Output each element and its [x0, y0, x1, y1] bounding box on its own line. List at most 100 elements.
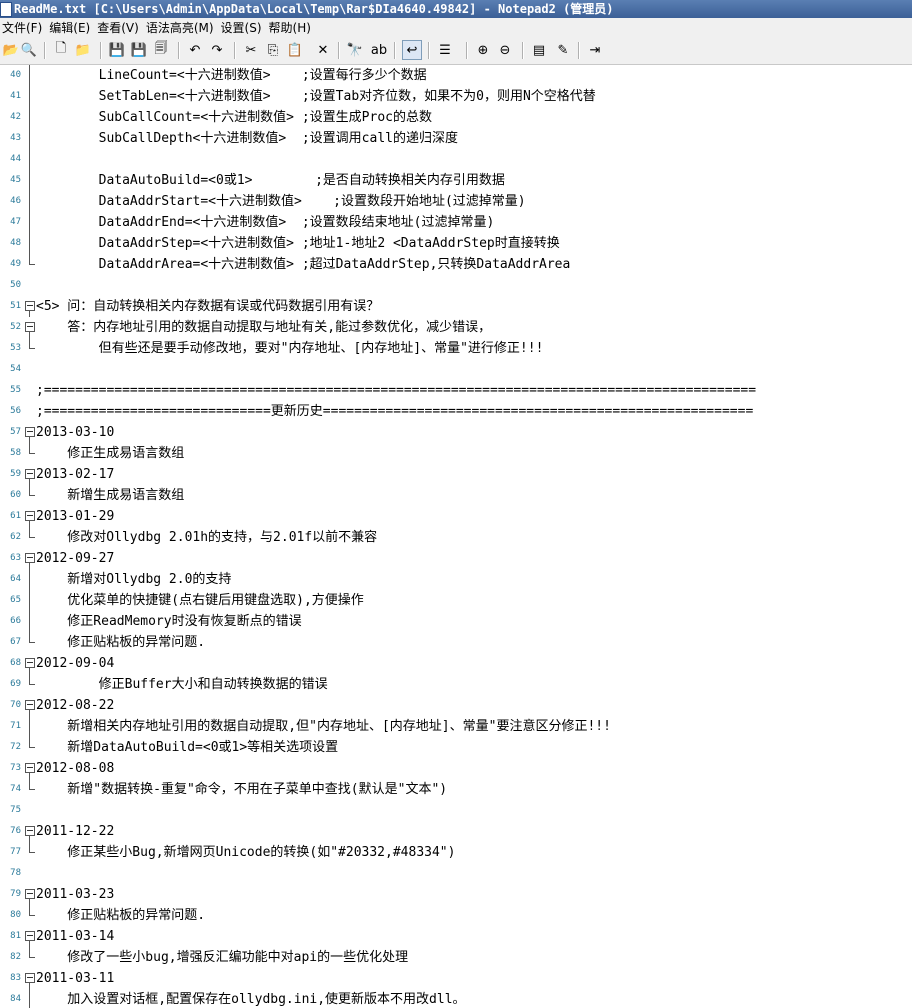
- line-number: 63: [10, 553, 21, 563]
- menu-file[interactable]: 文件(F): [0, 18, 47, 38]
- save-icon[interactable]: 💾: [108, 41, 126, 59]
- editor-line[interactable]: 48 DataAddrStep=<十六进制数值> ;地址1-地址2 <DataA…: [0, 233, 912, 254]
- open-file-icon[interactable]: 📁: [74, 41, 92, 59]
- customize-icon[interactable]: ✎: [554, 41, 572, 59]
- editor-line[interactable]: 81 2011-03-14: [0, 926, 912, 947]
- line-number: 67: [10, 637, 21, 647]
- menu-view[interactable]: 查看(V): [95, 18, 144, 38]
- editor-line[interactable]: 77 修正某些小Bug,新增网页Unicode的转换(如"#20332,#483…: [0, 842, 912, 863]
- editor-line[interactable]: 84 加入设置对话框,配置保存在ollydbg.ini,使更新版本不用改dll。: [0, 989, 912, 1008]
- toolbar-separator: [338, 42, 340, 59]
- editor-line[interactable]: 42 SubCallCount=<十六进制数值> ;设置生成Proc的总数: [0, 107, 912, 128]
- replace-icon[interactable]: ab: [370, 41, 388, 59]
- line-text: 2012-08-22: [36, 698, 115, 713]
- fold-marker: [25, 338, 35, 359]
- fold-toggle-icon[interactable]: [25, 968, 35, 989]
- editor-line[interactable]: 80 修正贴粘板的异常问题.: [0, 905, 912, 926]
- undo-icon[interactable]: ↶: [186, 41, 204, 59]
- menu-edit[interactable]: 编辑(E): [47, 18, 95, 38]
- menu-help[interactable]: 帮助(H): [267, 18, 316, 38]
- menu-syntax[interactable]: 语法高亮(M): [144, 18, 219, 38]
- menu-settings[interactable]: 设置(S): [219, 18, 267, 38]
- editor-line[interactable]: 49 DataAddrArea=<十六进制数值> ;超过DataAddrStep…: [0, 254, 912, 275]
- editor-line[interactable]: 66 修正ReadMemory时没有恢复断点的错误: [0, 611, 912, 632]
- editor-line[interactable]: 57 2013-03-10: [0, 422, 912, 443]
- editor-line[interactable]: 79 2011-03-23: [0, 884, 912, 905]
- editor-line[interactable]: 71 新增相关内存地址引用的数据自动提取,但"内存地址、[内存地址]、常量"要注…: [0, 716, 912, 737]
- fold-toggle-icon[interactable]: [25, 821, 35, 842]
- zoom-in-icon[interactable]: ⊕: [474, 41, 492, 59]
- editor-line[interactable]: 44: [0, 149, 912, 170]
- fold-toggle-icon[interactable]: [25, 653, 35, 674]
- editor-line[interactable]: 63 2012-09-27: [0, 548, 912, 569]
- editor-line[interactable]: 45 DataAutoBuild=<0或1> ;是否自动转换相关内存引用数据: [0, 170, 912, 191]
- word-wrap-icon[interactable]: ↩: [402, 40, 422, 60]
- list-icon[interactable]: ☰: [436, 41, 454, 59]
- editor-line[interactable]: 40 LineCount=<十六进制数值> ;设置每行多少个数据: [0, 65, 912, 86]
- fold-toggle-icon[interactable]: [25, 758, 35, 779]
- zoom-out-icon[interactable]: ⊖: [496, 41, 514, 59]
- fold-toggle-icon[interactable]: [25, 317, 35, 338]
- fold-toggle-icon[interactable]: [25, 548, 35, 569]
- editor-line[interactable]: 46 DataAddrStart=<十六进制数值> ;设置数段开始地址(过滤掉常…: [0, 191, 912, 212]
- editor-line[interactable]: 65 优化菜单的快捷键(点右键后用键盘选取),方便操作: [0, 590, 912, 611]
- editor-line[interactable]: 67 修正贴粘板的异常问题.: [0, 632, 912, 653]
- schemes-icon[interactable]: ▤: [530, 41, 548, 59]
- editor-line[interactable]: 50: [0, 275, 912, 296]
- editor-line[interactable]: 82 修改了一些小bug,增强反汇编功能中对api的一些优化处理: [0, 947, 912, 968]
- line-number: 64: [10, 574, 21, 584]
- toolbar-separator: [44, 42, 46, 59]
- line-number: 52: [10, 322, 21, 332]
- editor-line[interactable]: 58 修正生成易语言数组: [0, 443, 912, 464]
- editor-line[interactable]: 83 2011-03-11: [0, 968, 912, 989]
- editor-line[interactable]: 52 答：内存地址引用的数据自动提取与地址有关,能过参数优化，减少错误，: [0, 317, 912, 338]
- editor-line[interactable]: 43 SubCallDepth<十六进制数值> ;设置调用call的递归深度: [0, 128, 912, 149]
- fold-toggle-icon[interactable]: [25, 884, 35, 905]
- editor-line[interactable]: 76 2011-12-22: [0, 821, 912, 842]
- delete-icon[interactable]: ✕: [314, 41, 332, 59]
- save-copy-icon[interactable]: 🗐: [152, 41, 170, 59]
- fold-toggle-icon[interactable]: [25, 464, 35, 485]
- copy-icon[interactable]: ⎘: [264, 41, 282, 59]
- toolbar-separator: [578, 42, 580, 59]
- line-text: 2012-09-04: [36, 656, 115, 671]
- editor-line[interactable]: 78: [0, 863, 912, 884]
- editor-line[interactable]: 68 2012-09-04: [0, 653, 912, 674]
- editor-line[interactable]: 56 ;=============================更新历史====…: [0, 401, 912, 422]
- editor-line[interactable]: 41 SetTabLen=<十六进制数值> ;设置Tab对齐位数，如果不为0，则…: [0, 86, 912, 107]
- editor-line[interactable]: 62 修改对Ollydbg 2.01h的支持，与2.01f以前不兼容: [0, 527, 912, 548]
- editor-line[interactable]: 60 新增生成易语言数组: [0, 485, 912, 506]
- find-icon[interactable]: 🔭: [346, 41, 364, 59]
- editor-line[interactable]: 53 但有些还是要手动修改地，要对"内存地址、[内存地址]、常量"进行修正!!!: [0, 338, 912, 359]
- paste-icon[interactable]: 📋: [286, 41, 304, 59]
- fold-marker: [25, 86, 35, 107]
- redo-icon[interactable]: ↷: [208, 41, 226, 59]
- editor-line[interactable]: 75: [0, 800, 912, 821]
- fold-toggle-icon[interactable]: [25, 695, 35, 716]
- editor-line[interactable]: 69 修正Buffer大小和自动转换数据的错误: [0, 674, 912, 695]
- find-file-icon[interactable]: 🔍: [20, 41, 38, 59]
- editor-line[interactable]: 74 新增"数据转换-重复"命令，不用在子菜单中查找(默认是"文本"): [0, 779, 912, 800]
- save-as-icon[interactable]: 💾: [130, 41, 148, 59]
- cut-icon[interactable]: ✂: [242, 41, 260, 59]
- fold-toggle-icon[interactable]: [25, 926, 35, 947]
- editor-line[interactable]: 64 新增对Ollydbg 2.0的支持: [0, 569, 912, 590]
- browse-icon[interactable]: 📂: [2, 41, 20, 59]
- editor-line[interactable]: 61 2013-01-29: [0, 506, 912, 527]
- text-editor[interactable]: 40 LineCount=<十六进制数值> ;设置每行多少个数据 41 SetTa…: [0, 65, 912, 1008]
- editor-line[interactable]: 72 新增DataAutoBuild=<0或1>等相关选项设置: [0, 737, 912, 758]
- editor-line[interactable]: 59 2013-02-17: [0, 464, 912, 485]
- fold-toggle-icon[interactable]: [25, 422, 35, 443]
- editor-line[interactable]: 54: [0, 359, 912, 380]
- fold-toggle-icon[interactable]: [25, 296, 35, 317]
- new-file-icon[interactable]: 🗋: [52, 41, 70, 59]
- editor-line[interactable]: 73 2012-08-08: [0, 758, 912, 779]
- editor-line[interactable]: 70 2012-08-22: [0, 695, 912, 716]
- editor-line[interactable]: 55 ;=====================================…: [0, 380, 912, 401]
- line-number: 79: [10, 889, 21, 899]
- fold-toggle-icon[interactable]: [25, 506, 35, 527]
- editor-line[interactable]: 51 <5> 问：自动转换相关内存数据有误或代码数据引用有误？: [0, 296, 912, 317]
- exit-icon[interactable]: ⇥: [586, 41, 604, 59]
- editor-line[interactable]: 47 DataAddrEnd=<十六进制数值> ;设置数段结束地址(过滤掉常量): [0, 212, 912, 233]
- title-bar[interactable]: ReadMe.txt [C:\Users\Admin\AppData\Local…: [0, 0, 912, 18]
